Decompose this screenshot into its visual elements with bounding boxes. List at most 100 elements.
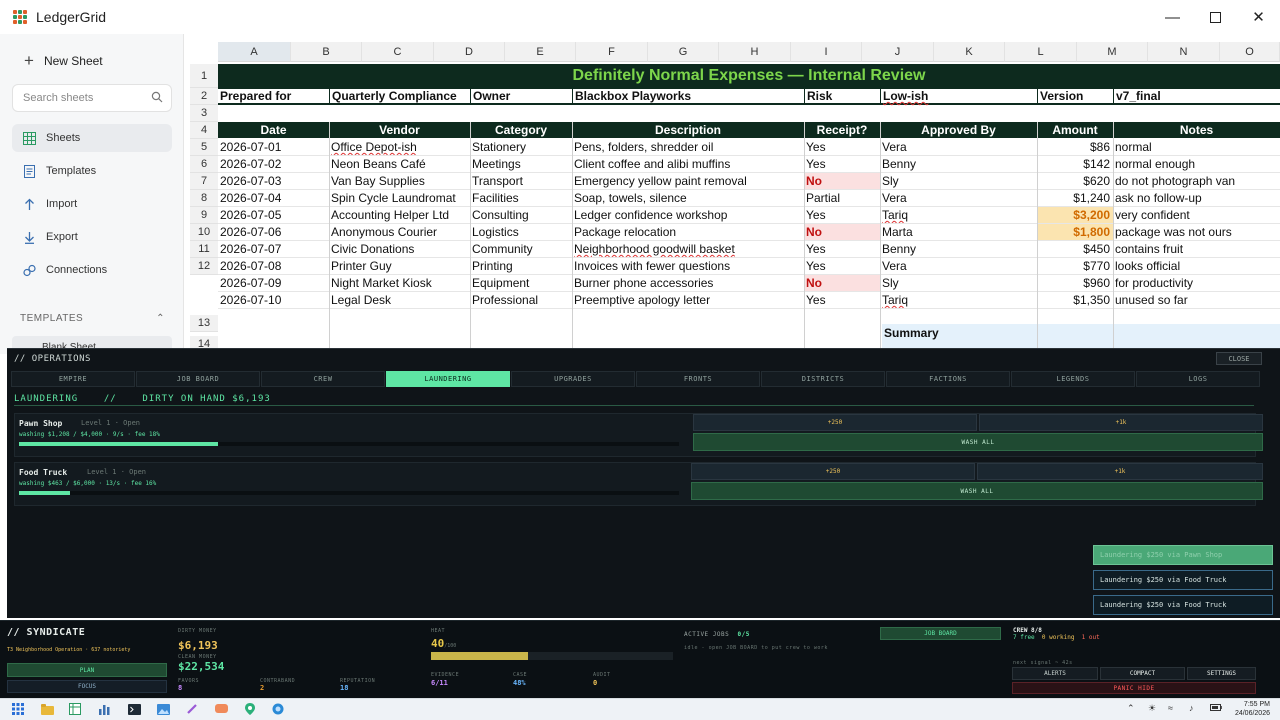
table-cell[interactable]: Soap, towels, silence (572, 190, 804, 206)
minimize-button[interactable]: — (1151, 0, 1194, 34)
table-cell[interactable]: Emergency yellow paint removal (572, 173, 804, 189)
column-header-k[interactable]: K (934, 42, 1005, 62)
table-cell[interactable]: 2026-07-07 (218, 241, 329, 257)
table-cell[interactable]: No (804, 224, 880, 240)
table-cell[interactable]: normal enough (1113, 156, 1280, 172)
panic-hide-button[interactable]: PANIC HIDE (1012, 682, 1256, 694)
tab-logs[interactable]: LOGS (1136, 371, 1260, 387)
table-cell[interactable]: Facilities (470, 190, 572, 206)
table-cell[interactable]: ask no follow-up (1113, 190, 1280, 206)
row-header-8[interactable]: 8 (190, 190, 218, 207)
owner-value-cell[interactable]: Blackbox Playworks (572, 89, 804, 104)
table-cell[interactable]: 2026-07-03 (218, 173, 329, 189)
table-cell[interactable]: contains fruit (1113, 241, 1280, 257)
table-header-cell[interactable]: Vendor (329, 122, 470, 138)
table-cell[interactable]: Spin Cycle Laundromat (329, 190, 470, 206)
clock[interactable]: 7:55 PM 24/06/2026 (1235, 700, 1270, 718)
table-cell[interactable]: $1,350 (1037, 292, 1113, 308)
table-cell[interactable]: Invoices with fewer questions (572, 258, 804, 274)
add-1k-button[interactable]: +1k (979, 414, 1263, 431)
column-header-j[interactable]: J (862, 42, 934, 62)
prepared-value-cell[interactable]: Quarterly Compliance (329, 89, 470, 104)
table-header-cell[interactable]: Receipt? (804, 122, 880, 138)
table-cell[interactable]: Tariq (880, 292, 1037, 308)
table-cell[interactable]: Benny (880, 241, 1037, 257)
table-cell[interactable]: Accounting Helper Ltd (329, 207, 470, 223)
table-cell[interactable]: 2026-07-10 (218, 292, 329, 308)
sidebar-item-import[interactable]: Import (12, 190, 172, 218)
table-cell[interactable]: Sly (880, 173, 1037, 189)
table-header-cell[interactable]: Category (470, 122, 572, 138)
add-250-button[interactable]: +250 (693, 414, 977, 431)
table-cell[interactable]: 2026-07-06 (218, 224, 329, 240)
wash-all-button[interactable]: WASH ALL (691, 482, 1263, 500)
table-cell[interactable]: Neon Beans Café (329, 156, 470, 172)
table-cell[interactable]: Client coffee and alibi muffins (572, 156, 804, 172)
table-cell[interactable]: Yes (804, 207, 880, 223)
alerts-button[interactable]: ALERTS (1012, 667, 1098, 680)
table-cell[interactable]: Yes (804, 258, 880, 274)
tab-districts[interactable]: DISTRICTS (761, 371, 885, 387)
table-cell[interactable]: Meetings (470, 156, 572, 172)
maximize-button[interactable] (1194, 0, 1237, 34)
prepared-label-cell[interactable]: Prepared for (218, 89, 329, 104)
table-cell[interactable]: Printing (470, 258, 572, 274)
table-cell[interactable]: Community (470, 241, 572, 257)
sheet-banner[interactable]: Definitely Normal Expenses — Internal Re… (218, 64, 1280, 88)
table-cell[interactable]: Office Depot-ish (329, 139, 470, 155)
search-input[interactable] (23, 92, 143, 104)
table-cell[interactable]: 2026-07-04 (218, 190, 329, 206)
folder-icon[interactable] (40, 702, 54, 716)
row-header-14[interactable]: 14 (190, 336, 218, 348)
version-value-cell[interactable]: v7_final (1113, 89, 1280, 104)
table-cell[interactable]: Ledger confidence workshop (572, 207, 804, 223)
start-icon[interactable] (11, 702, 25, 716)
row-header-4[interactable]: 4 (190, 122, 218, 139)
plan-button[interactable]: PLAN (7, 663, 167, 677)
focus-button[interactable]: FOCUS (7, 680, 167, 693)
sidebar-item-connections[interactable]: Connections (12, 256, 172, 284)
column-header-g[interactable]: G (648, 42, 719, 62)
row-header-12[interactable]: 12 (190, 258, 218, 275)
table-header-cell[interactable]: Amount (1037, 122, 1113, 138)
table-cell[interactable]: Logistics (470, 224, 572, 240)
table-cell[interactable]: No (804, 275, 880, 291)
photos-icon[interactable] (156, 702, 170, 716)
table-cell[interactable]: 2026-07-02 (218, 156, 329, 172)
table-cell[interactable]: Yes (804, 156, 880, 172)
terminal-icon[interactable] (127, 702, 141, 716)
table-cell[interactable]: very confident (1113, 207, 1280, 223)
volume-icon[interactable]: ♪ (1189, 703, 1194, 713)
pen-icon[interactable] (185, 702, 199, 716)
table-cell[interactable]: Anonymous Courier (329, 224, 470, 240)
table-cell[interactable]: Tariq (880, 207, 1037, 223)
column-header-e[interactable]: E (505, 42, 576, 62)
tab-legends[interactable]: LEGENDS (1011, 371, 1135, 387)
table-cell[interactable]: $620 (1037, 173, 1113, 189)
brightness-icon[interactable]: ☀ (1148, 703, 1156, 714)
table-cell[interactable]: Sly (880, 275, 1037, 291)
table-cell[interactable]: 2026-07-09 (218, 275, 329, 291)
row-header-10[interactable]: 10 (190, 224, 218, 241)
table-header-cell[interactable]: Description (572, 122, 804, 138)
chevron-up-icon[interactable]: ⌃ (1127, 703, 1135, 714)
table-cell[interactable]: normal (1113, 139, 1280, 155)
table-cell[interactable]: unused so far (1113, 292, 1280, 308)
table-cell[interactable]: 2026-07-05 (218, 207, 329, 223)
sidebar-item-sheets[interactable]: Sheets (12, 124, 172, 152)
table-cell[interactable]: 2026-07-08 (218, 258, 329, 274)
chart-app-icon[interactable] (97, 702, 111, 716)
column-header-l[interactable]: L (1005, 42, 1077, 62)
table-cell[interactable]: Vera (880, 139, 1037, 155)
wash-all-button[interactable]: WASH ALL (693, 433, 1263, 451)
table-header-cell[interactable]: Approved By (880, 122, 1037, 138)
column-header-f[interactable]: F (576, 42, 648, 62)
operations-close-button[interactable]: CLOSE (1216, 352, 1262, 365)
table-cell[interactable]: Partial (804, 190, 880, 206)
row-header-6[interactable]: 6 (190, 156, 218, 173)
table-cell[interactable]: $86 (1037, 139, 1113, 155)
tab-job-board[interactable]: JOB BOARD (136, 371, 260, 387)
version-label-cell[interactable]: Version (1037, 89, 1113, 104)
column-header-m[interactable]: M (1077, 42, 1148, 62)
column-header-a[interactable]: A (218, 42, 291, 62)
